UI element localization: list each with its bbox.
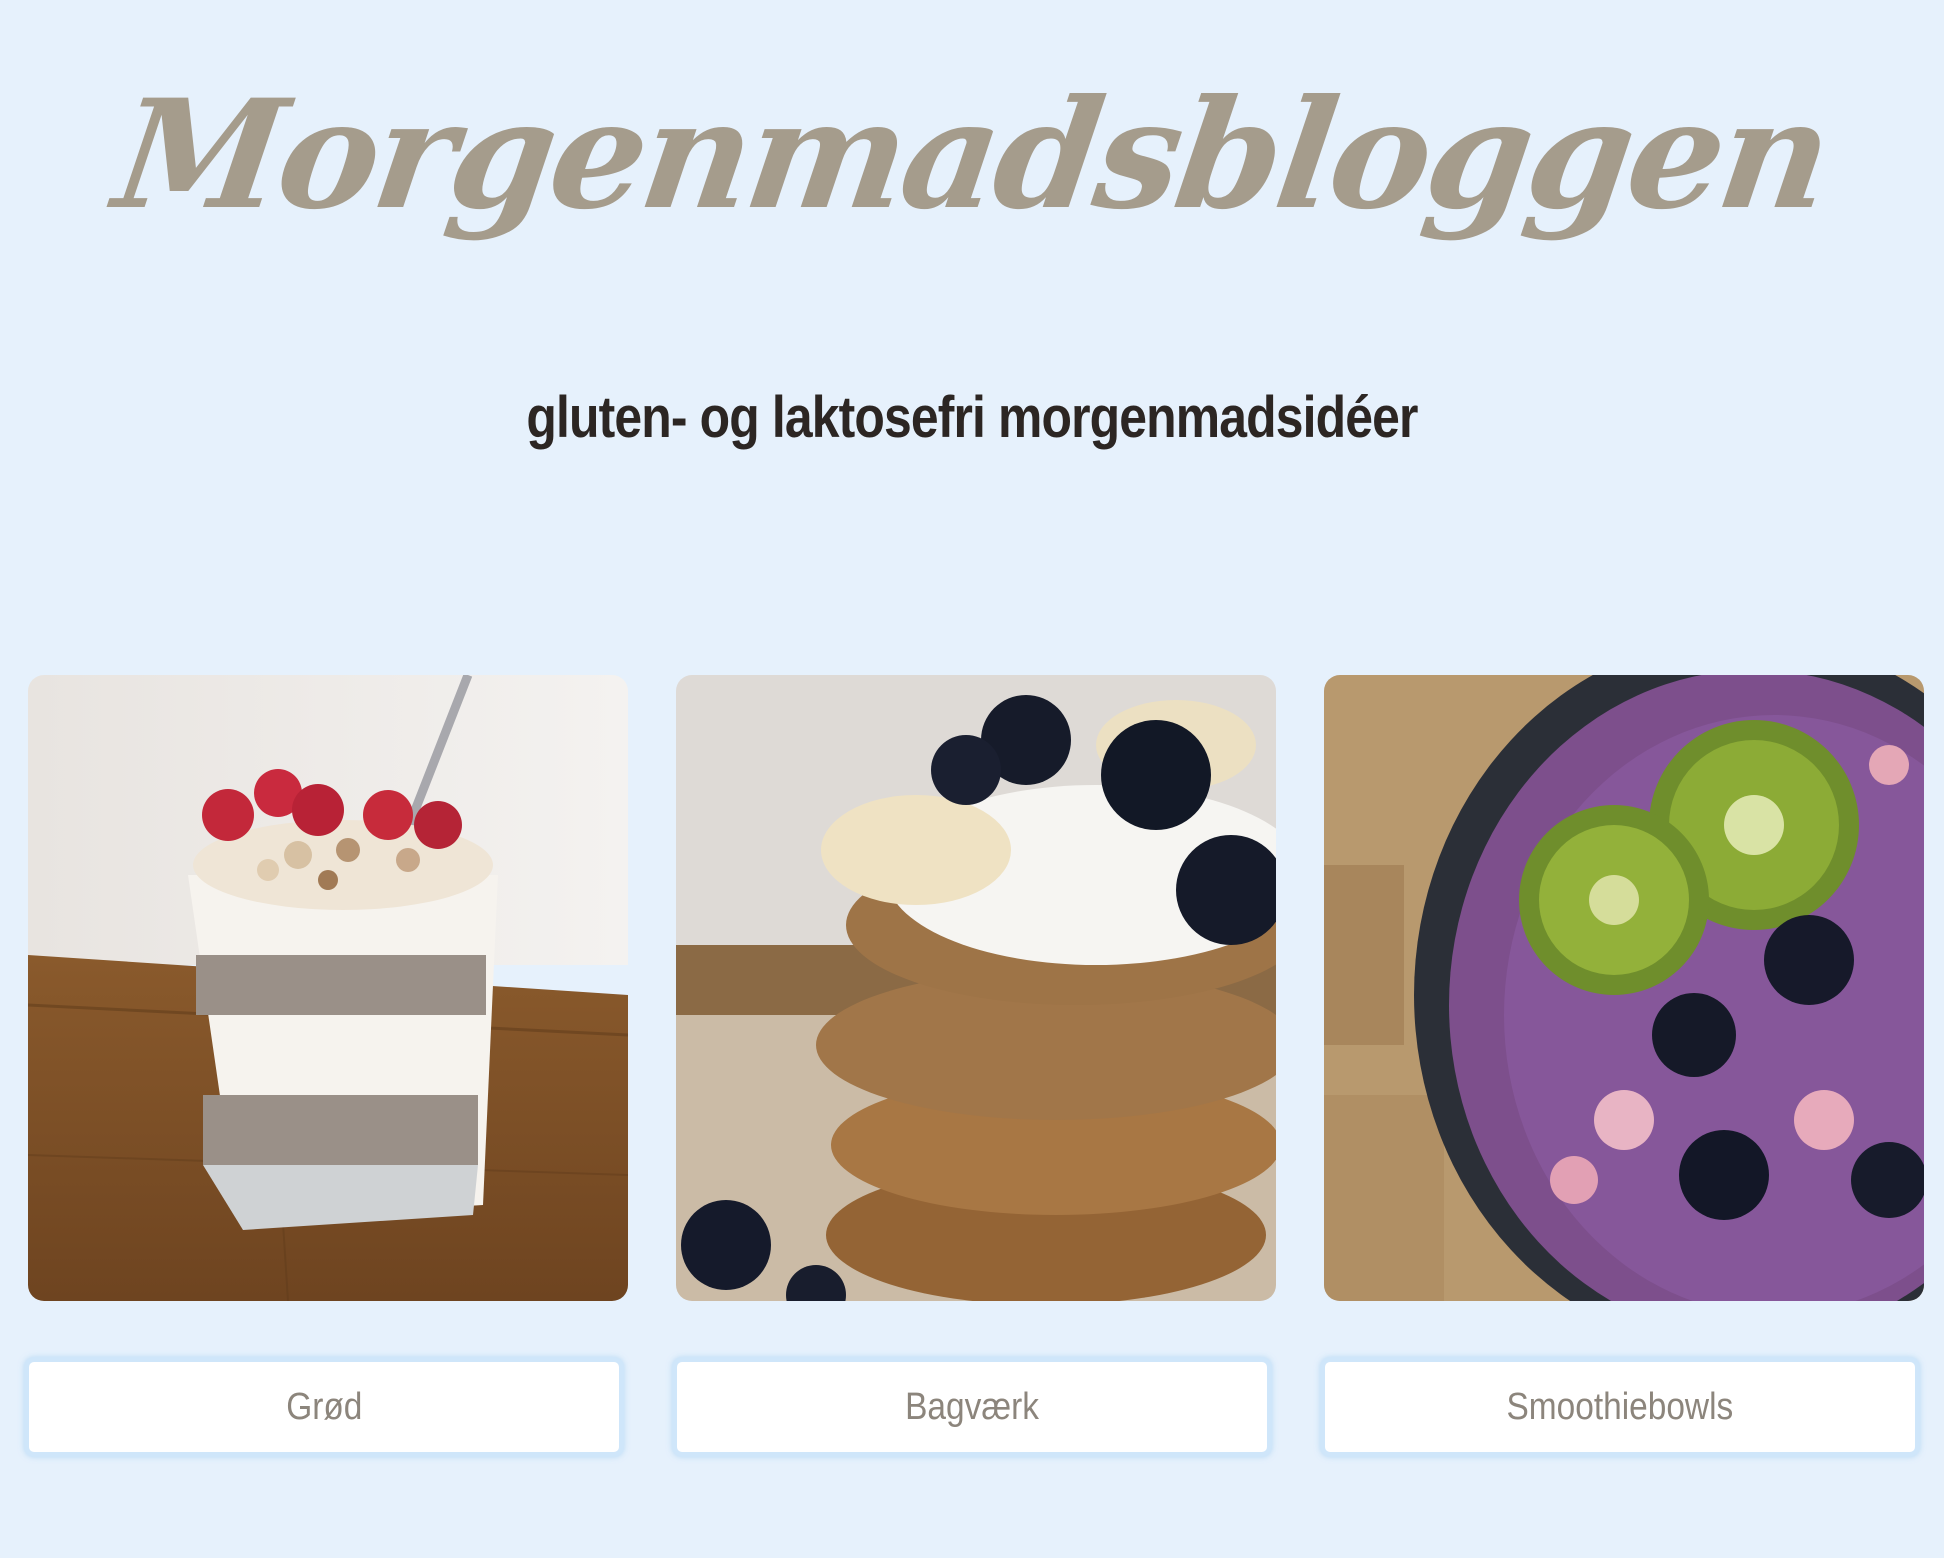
page: Morgenmadsbloggen gluten- og laktosefri … xyxy=(0,0,1944,1558)
category-image-smoothiebowls[interactable] xyxy=(1324,675,1924,1301)
smoothie-bowl-photo xyxy=(1324,675,1924,1301)
category-button-label: Bagværk xyxy=(905,1385,1039,1428)
site-title[interactable]: Morgenmadsbloggen xyxy=(0,40,1944,270)
chia-pudding-photo xyxy=(28,675,628,1301)
pancakes-photo xyxy=(676,675,1276,1301)
category-button-label: Grød xyxy=(285,1385,363,1428)
category-image-bagvaerk[interactable] xyxy=(676,675,1276,1301)
category-button-label: Smoothiebowls xyxy=(1506,1385,1734,1428)
category-button-grod[interactable]: Grød xyxy=(24,1357,624,1457)
category-button-bagvaerk[interactable]: Bagværk xyxy=(672,1357,1272,1457)
category-image-grod[interactable] xyxy=(28,675,628,1301)
site-tagline: gluten- og laktosefri morgenmadsidéer xyxy=(526,385,1418,450)
category-button-smoothiebowls[interactable]: Smoothiebowls xyxy=(1320,1357,1920,1457)
